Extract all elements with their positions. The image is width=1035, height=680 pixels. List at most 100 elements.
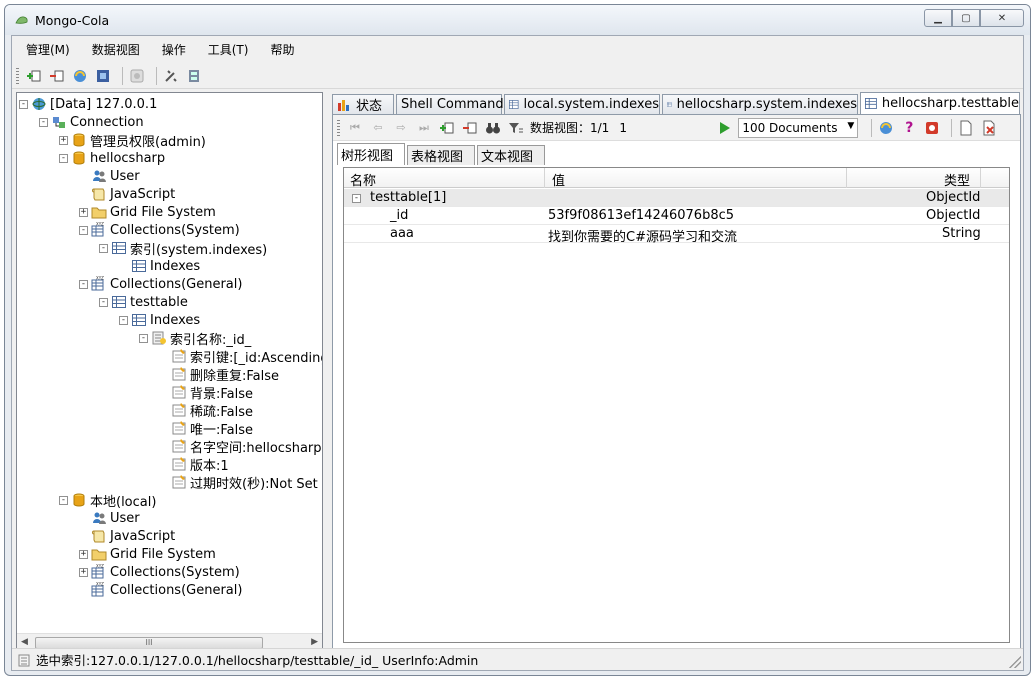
collapse-toggle[interactable]: - — [79, 279, 88, 289]
tree-node[interactable]: - hellocsharp — [59, 149, 165, 167]
tree-node[interactable]: - testtable — [99, 293, 188, 311]
scroll-left-icon[interactable]: ◀ — [21, 637, 28, 647]
tree-node[interactable]: 名字空间:hellocsharp.testtable — [171, 437, 322, 456]
collapse-toggle[interactable]: - — [352, 189, 364, 204]
tree-node[interactable]: JavaScript — [91, 185, 175, 203]
minimize-button[interactable]: ▁ — [924, 9, 952, 27]
expand-toggle[interactable]: + — [79, 207, 88, 217]
maximize-button[interactable]: ▢ — [952, 9, 980, 27]
menu-data-view[interactable]: 数据视图 — [92, 41, 140, 58]
collapse-toggle[interactable]: - — [59, 495, 68, 505]
expand-toggle[interactable]: + — [79, 549, 88, 559]
collapse-toggle[interactable]: - — [19, 99, 28, 109]
menu-operation[interactable]: 操作 — [162, 41, 186, 58]
tab-local-system-indexes[interactable]: local.system.indexes — [504, 94, 660, 114]
toolbar-grip[interactable] — [337, 119, 340, 136]
users-icon — [91, 510, 107, 526]
table-row[interactable]: - testtable[1] ObjectId — [344, 189, 1009, 207]
toolbar-grip[interactable] — [16, 67, 19, 84]
connect-button[interactable] — [94, 67, 112, 85]
collections-icon: XYZ — [91, 222, 107, 238]
stop-button[interactable] — [128, 67, 146, 85]
collapse-toggle[interactable]: - — [139, 333, 148, 343]
column-divider[interactable] — [980, 168, 981, 188]
tree-node[interactable]: + Grid File System — [79, 203, 216, 221]
tree-node[interactable]: - [Data] 127.0.0.1 — [19, 95, 157, 113]
tree-node[interactable]: 版本:1 — [171, 455, 229, 474]
tab-text-view[interactable]: 文本视图 — [477, 145, 545, 165]
tree-node[interactable]: - XYZ Collections(General) — [79, 275, 242, 293]
last-page-button[interactable]: ⏭ — [415, 119, 433, 137]
new-document-button[interactable] — [957, 119, 975, 137]
collapse-toggle[interactable]: - — [99, 297, 108, 307]
column-header-value[interactable]: 值 — [552, 170, 565, 189]
help-icon: ? — [905, 119, 914, 136]
documents-per-page-select[interactable]: 100 Documents ▼ — [738, 117, 859, 138]
tree-node[interactable]: Indexes — [131, 257, 200, 275]
help-button[interactable]: ? — [900, 119, 918, 137]
scroll-right-icon[interactable]: ▶ — [311, 637, 318, 647]
tree-node[interactable]: 稀疏:False — [171, 401, 253, 420]
expand-toggle[interactable]: + — [59, 135, 68, 145]
server-status-button[interactable] — [185, 67, 203, 85]
menu-tools[interactable]: 工具(T) — [208, 41, 249, 58]
tree-node[interactable]: JavaScript — [91, 527, 175, 545]
column-header-type[interactable]: 类型 — [944, 170, 970, 189]
tree-node[interactable]: + 管理员权限(admin) — [59, 131, 206, 150]
run-button[interactable] — [715, 119, 733, 137]
tree-node[interactable]: 删除重复:False — [171, 365, 279, 384]
delete-document-button[interactable] — [461, 119, 479, 137]
tree-node[interactable]: - 索引(system.indexes) — [99, 239, 267, 258]
tab-table-view[interactable]: 表格视图 — [407, 145, 475, 165]
remove-connection-button[interactable] — [48, 67, 66, 85]
close-button[interactable]: ✕ — [980, 9, 1024, 27]
refresh-data-button[interactable] — [877, 119, 895, 137]
add-connection-button[interactable] — [25, 67, 43, 85]
tree-node[interactable]: User — [91, 509, 140, 527]
menu-help[interactable]: 帮助 — [270, 41, 294, 58]
tab-hellocsharp-system-indexes[interactable]: hellocsharp.system.indexes — [662, 94, 858, 114]
collapse-toggle[interactable]: - — [119, 315, 128, 325]
tab-tree-view[interactable]: 树形视图 — [337, 143, 405, 165]
table-row[interactable]: _id 53f9f08613ef14246076b8c5 ObjectId — [344, 207, 1009, 225]
column-header-name[interactable]: 名称 — [350, 170, 376, 189]
tree-node[interactable]: + XYZ Collections(System) — [79, 563, 240, 581]
tree-node[interactable]: 唯一:False — [171, 419, 253, 438]
table-row[interactable]: aaa 找到你需要的C#源码学习和交流 String — [344, 225, 1009, 245]
stop-query-button[interactable] — [923, 119, 941, 137]
first-page-button[interactable]: ⏮ — [346, 119, 364, 137]
tree-node[interactable]: 索引键:[_id:Ascending] — [171, 347, 322, 366]
tree-node[interactable]: User — [91, 167, 140, 185]
collapse-toggle[interactable]: - — [99, 243, 108, 253]
table-icon — [111, 240, 127, 256]
next-page-button[interactable]: ⇨ — [392, 119, 410, 137]
refresh-button[interactable] — [71, 67, 89, 85]
tree-node[interactable]: XYZ Collections(General) — [91, 581, 242, 599]
page-number-input[interactable]: 1 — [619, 121, 715, 135]
tab-status[interactable]: 状态 — [332, 94, 394, 114]
query-button[interactable] — [484, 119, 502, 137]
tree-node[interactable]: 背景:False — [171, 383, 253, 402]
tree-node[interactable]: - Indexes — [119, 311, 200, 329]
add-document-button[interactable] — [438, 119, 456, 137]
tab-hellocsharp-testtable[interactable]: hellocsharp.testtable — [860, 92, 1020, 114]
options-button[interactable] — [162, 67, 180, 85]
resize-grip[interactable] — [1009, 656, 1021, 668]
tree-node[interactable]: - XYZ Collections(System) — [79, 221, 240, 239]
edit-document-button[interactable] — [980, 119, 998, 137]
tree-node[interactable]: - 索引名称:_id_ — [139, 329, 251, 348]
collapse-toggle[interactable]: - — [39, 117, 48, 127]
collapse-toggle[interactable]: - — [79, 225, 88, 235]
tree-node[interactable]: - 本地(local) — [59, 491, 156, 510]
filter-button[interactable] — [507, 119, 525, 137]
tab-shell-command[interactable]: Shell Command — [396, 94, 504, 114]
prev-page-button[interactable]: ⇦ — [369, 119, 387, 137]
tree-node[interactable]: - Connection — [39, 113, 144, 131]
tree-node[interactable]: + Grid File System — [79, 545, 216, 563]
column-divider[interactable] — [544, 168, 545, 188]
menu-manage[interactable]: 管理(M) — [26, 41, 70, 58]
collapse-toggle[interactable]: - — [59, 153, 68, 163]
expand-toggle[interactable]: + — [79, 567, 88, 577]
tree-node[interactable]: 过期时效(秒):Not Set — [171, 473, 318, 492]
column-divider[interactable] — [846, 168, 847, 188]
